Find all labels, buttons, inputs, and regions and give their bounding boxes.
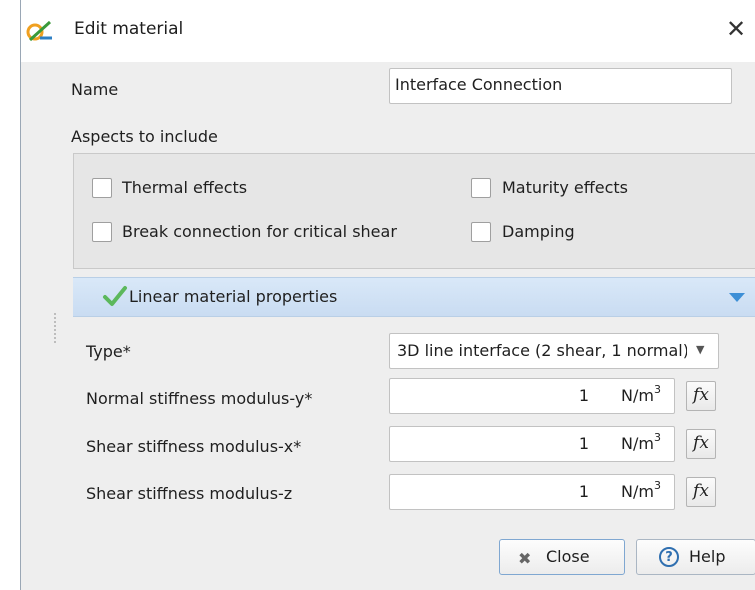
shear-stiffness-z-fx-button[interactable]: fx	[686, 477, 716, 507]
help-icon: ?	[659, 547, 679, 567]
triangle-down-icon[interactable]	[727, 291, 747, 303]
name-label: Name	[71, 80, 119, 99]
aspects-label: Aspects to include	[71, 127, 218, 146]
normal-stiffness-y-field[interactable]: 1 N/m3	[389, 378, 675, 414]
type-label: Type*	[86, 342, 131, 361]
title-bar: Edit material ✕	[21, 0, 755, 62]
damping-checkbox[interactable]	[471, 222, 491, 242]
shear-stiffness-x-field[interactable]: 1 N/m3	[389, 426, 675, 462]
maturity-effects-checkbox[interactable]	[471, 178, 491, 198]
thermal-effects-checkbox[interactable]	[92, 178, 112, 198]
help-button-label: Help	[689, 547, 726, 566]
normal-stiffness-y-value: 1	[578, 386, 589, 405]
close-window-icon[interactable]: ✕	[726, 14, 746, 44]
dialog-title: Edit material	[74, 19, 184, 39]
normal-stiffness-y-unit: N/m3	[621, 383, 661, 405]
help-button[interactable]: ? Help	[636, 539, 755, 575]
dropdown-arrow-icon[interactable]: ▼	[696, 343, 704, 356]
close-icon: ✖	[518, 549, 532, 568]
edit-material-dialog: Edit material ✕ Name Aspects to include …	[20, 0, 755, 590]
break-connection-checkbox[interactable]	[92, 222, 112, 242]
app-logo-icon	[26, 20, 52, 42]
thermal-effects-label[interactable]: Thermal effects	[122, 178, 247, 197]
type-value: 3D line interface (2 shear, 1 normal)	[397, 341, 687, 360]
maturity-effects-label[interactable]: Maturity effects	[502, 178, 628, 197]
splitter-handle[interactable]	[54, 313, 57, 343]
shear-stiffness-z-label: Shear stiffness modulus-z	[86, 484, 293, 503]
close-button-label: Close	[546, 547, 590, 566]
shear-stiffness-z-unit: N/m3	[621, 479, 661, 501]
normal-stiffness-y-label: Normal stiffness modulus-y*	[86, 389, 313, 408]
shear-stiffness-z-value: 1	[578, 482, 589, 501]
close-button[interactable]: ✖ Close	[499, 539, 625, 575]
normal-stiffness-y-fx-button[interactable]: fx	[686, 381, 716, 411]
shear-stiffness-x-unit: N/m3	[621, 431, 661, 453]
section-title: Linear material properties	[129, 287, 338, 306]
name-input[interactable]	[389, 68, 732, 104]
shear-stiffness-z-field[interactable]: 1 N/m3	[389, 474, 675, 510]
check-icon	[103, 286, 127, 306]
shear-stiffness-x-fx-button[interactable]: fx	[686, 429, 716, 459]
aspects-group	[73, 153, 755, 269]
damping-label[interactable]: Damping	[502, 222, 575, 241]
break-connection-label[interactable]: Break connection for critical shear	[122, 222, 397, 241]
shear-stiffness-x-value: 1	[578, 434, 589, 453]
shear-stiffness-x-label: Shear stiffness modulus-x*	[86, 437, 302, 456]
